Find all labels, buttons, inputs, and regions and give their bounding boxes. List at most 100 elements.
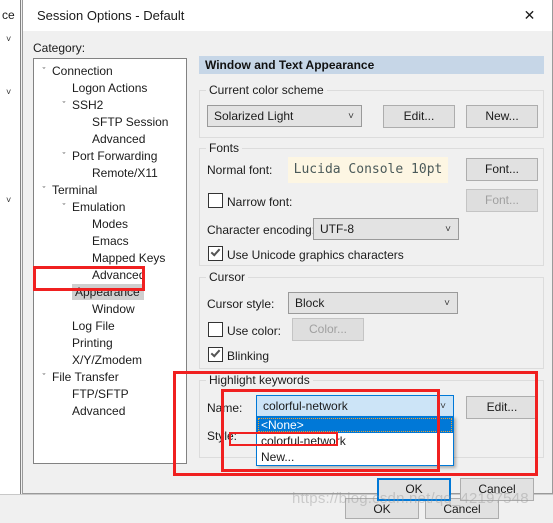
- dialog-titlebar: Session Options - Default ✕: [23, 0, 552, 31]
- page-title: Window and Text Appearance: [199, 56, 544, 74]
- sidebar-item-label: Mapped Keys: [92, 251, 166, 265]
- sidebar-item-remote-x11[interactable]: Remote/X11: [92, 165, 158, 182]
- sidebar-item-x-y-zmodem[interactable]: X/Y/Zmodem: [72, 352, 142, 369]
- background-ok-button[interactable]: OK: [345, 498, 419, 519]
- color-scheme-new-button[interactable]: New...: [466, 105, 538, 128]
- highlight-style-label: Style:: [207, 429, 238, 443]
- sidebar-item-label: SFTP Session: [92, 115, 169, 129]
- background-cancel-button[interactable]: Cancel: [425, 498, 499, 519]
- category-label: Category:: [33, 41, 86, 55]
- sidebar-item-ssh2[interactable]: ˇ SSH2: [63, 97, 104, 114]
- sidebar-item-label: Modes: [92, 217, 129, 231]
- unicode-graphics-label: Use Unicode graphics characters: [227, 248, 404, 262]
- sidebar-item-log-file[interactable]: Log File: [72, 318, 115, 335]
- category-tree[interactable]: ˇ Connection Logon Actions ˇ SSH2 SFTP Sessio…: [33, 58, 187, 464]
- dropdown-option[interactable]: New...: [257, 449, 453, 465]
- sidebar-item-label: Logon Actions: [72, 81, 148, 95]
- normal-font-button[interactable]: Font...: [466, 158, 538, 181]
- sidebar-item-label: Log File: [72, 319, 115, 333]
- color-scheme-select[interactable]: Solarized Light ˅: [207, 105, 362, 127]
- sidebar-item-label: File Transfer: [52, 370, 119, 384]
- cursor-style-label: Cursor style:: [207, 297, 275, 311]
- checkbox-box: [208, 347, 223, 362]
- sidebar-item-label: Window: [92, 302, 135, 316]
- dropdown-option[interactable]: <None>: [257, 417, 453, 433]
- chevron-down-icon[interactable]: ˇ: [38, 63, 50, 80]
- close-icon[interactable]: ✕: [507, 0, 552, 31]
- character-encoding-label: Character encoding:: [207, 223, 316, 237]
- chevron-down-icon[interactable]: ˇ: [58, 284, 70, 301]
- sidebar-item-terminal[interactable]: ˇ Terminal: [43, 182, 98, 199]
- character-encoding-value: UTF-8: [320, 222, 354, 236]
- background-chevron-icon-1: ˅: [6, 34, 12, 44]
- dropdown-option[interactable]: colorful-network: [257, 433, 453, 449]
- cancel-button[interactable]: Cancel: [460, 478, 534, 501]
- sidebar-item-sftp-session[interactable]: SFTP Session: [92, 114, 168, 131]
- sidebar-item-emacs[interactable]: Emacs: [92, 233, 129, 250]
- sidebar-item-logon-actions[interactable]: Logon Actions: [72, 80, 147, 97]
- chevron-down-icon[interactable]: ˇ: [58, 97, 70, 114]
- highlight-name-label: Name:: [207, 401, 243, 415]
- normal-font-preview: Lucida Console 10pt: [288, 157, 448, 183]
- sidebar-item-port-forwarding[interactable]: ˇ Port Forwarding: [63, 148, 158, 165]
- sidebar-item-appearance[interactable]: ˇ Appearance: [63, 284, 144, 301]
- sidebar-item-emulation[interactable]: ˇ Emulation: [63, 199, 126, 216]
- sidebar-item-label: Printing: [72, 336, 113, 350]
- cursor-color-button: Color...: [292, 318, 364, 341]
- sidebar-item-label: Advanced: [72, 404, 126, 418]
- background-chevron-icon-3: ˅: [6, 195, 12, 205]
- chevron-down-icon: ˅: [348, 111, 354, 122]
- sidebar-item-advanced[interactable]: Advanced: [92, 131, 145, 148]
- sidebar-item-label: X/Y/Zmodem: [72, 353, 143, 367]
- session-options-dialog: Session Options - Default ✕ Category: ˇC…: [22, 0, 553, 501]
- sidebar-item-advanced[interactable]: Advanced: [92, 267, 145, 284]
- character-encoding-select[interactable]: UTF-8 ˅: [313, 218, 459, 240]
- fonts-group-title: Fonts: [206, 141, 243, 155]
- use-color-label: Use color:: [227, 324, 282, 338]
- sidebar-item-label: Appearance: [72, 284, 144, 300]
- sidebar-item-label: Connection: [52, 64, 113, 78]
- chevron-down-icon: ˅: [444, 298, 450, 309]
- highlight-name-dropdown-list[interactable]: <None> colorful-network New...: [256, 416, 454, 466]
- cursor-style-select[interactable]: Block ˅: [288, 292, 458, 314]
- background-chevron-icon-2: ˅: [6, 87, 12, 97]
- chevron-down-icon[interactable]: ˇ: [58, 148, 70, 165]
- sidebar-item-ftp-sftp[interactable]: FTP/SFTP: [72, 386, 129, 403]
- narrow-font-button: Font...: [466, 189, 538, 212]
- unicode-graphics-checkbox[interactable]: Use Unicode graphics characters: [208, 246, 404, 262]
- sidebar-item-label: FTP/SFTP: [72, 387, 129, 401]
- sidebar-item-label: Terminal: [52, 183, 98, 197]
- checkbox-box: [208, 322, 223, 337]
- sidebar-item-label: SSH2: [72, 98, 104, 112]
- chevron-down-icon[interactable]: ˇ: [38, 369, 50, 386]
- chevron-down-icon[interactable]: ˇ: [58, 199, 70, 216]
- ok-button[interactable]: OK: [377, 478, 451, 501]
- highlight-edit-button[interactable]: Edit...: [466, 396, 538, 419]
- sidebar-item-file-transfer[interactable]: ˇ File Transfer: [43, 369, 119, 386]
- blinking-checkbox[interactable]: Blinking: [208, 347, 269, 363]
- sidebar-item-label: Port Forwarding: [72, 149, 158, 163]
- highlight-name-select[interactable]: colorful-network ˅: [256, 395, 454, 417]
- color-scheme-value: Solarized Light: [214, 109, 294, 123]
- narrow-font-checkbox[interactable]: Narrow font:: [208, 193, 292, 209]
- sidebar-item-printing[interactable]: Printing: [72, 335, 113, 352]
- sidebar-item-mapped-keys[interactable]: Mapped Keys: [92, 250, 165, 267]
- color-scheme-edit-button[interactable]: Edit...: [383, 105, 455, 128]
- sidebar-item-advanced[interactable]: Advanced: [72, 403, 125, 420]
- checkbox-box: [208, 246, 223, 261]
- sidebar-item-modes[interactable]: Modes: [92, 216, 128, 233]
- use-color-checkbox[interactable]: Use color:: [208, 322, 281, 338]
- background-window-partial-label: ce: [2, 8, 15, 22]
- sidebar-item-window[interactable]: Window: [92, 301, 135, 318]
- checkbox-box: [208, 193, 223, 208]
- highlight-keywords-group-title: Highlight keywords: [206, 373, 313, 387]
- normal-font-label: Normal font:: [207, 163, 273, 177]
- cursor-group-title: Cursor: [206, 270, 249, 284]
- background-window-left-strip: ce ˅ ˅ ˅: [0, 0, 21, 494]
- chevron-down-icon[interactable]: ˇ: [38, 182, 50, 199]
- sidebar-item-label: Advanced: [92, 268, 146, 282]
- highlight-name-value: colorful-network: [263, 399, 348, 413]
- sidebar-item-label: Emacs: [92, 234, 129, 248]
- sidebar-item-connection[interactable]: ˇ Connection: [43, 63, 113, 80]
- chevron-down-icon: ˅: [440, 401, 446, 412]
